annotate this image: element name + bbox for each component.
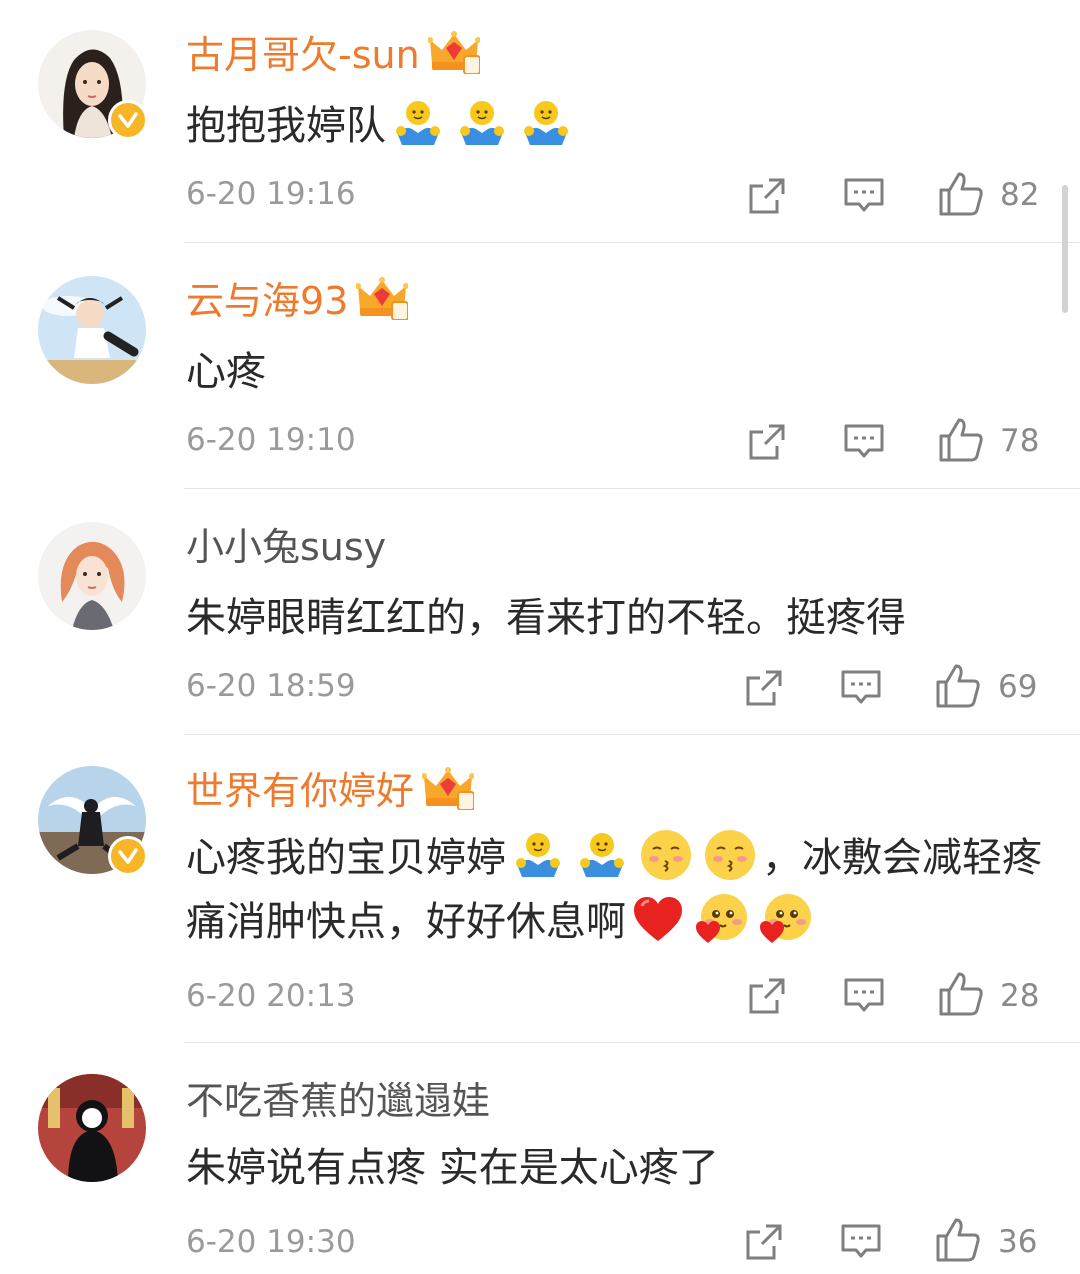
share-icon[interactable]	[745, 174, 789, 218]
comment-item-5: 不吃香蕉的邋遢娃 朱婷说有点疼 实在是太心疼了 6-20 19:30 36	[0, 1046, 1080, 1274]
hug-emoji-icon	[390, 95, 446, 151]
comment-icon[interactable]	[842, 974, 886, 1018]
username[interactable]: 云与海93	[186, 276, 408, 326]
avatar[interactable]	[38, 522, 146, 630]
like-icon[interactable]	[937, 970, 985, 1018]
verified-badge-icon	[108, 100, 148, 140]
comment-icon[interactable]	[842, 174, 886, 218]
username[interactable]: 小小兔susy	[186, 522, 386, 572]
blush-heart-emoji-icon	[758, 891, 814, 947]
share-icon[interactable]	[742, 666, 786, 710]
vip-crown-icon	[428, 30, 480, 74]
comment-icon[interactable]	[842, 420, 886, 464]
like-count: 36	[998, 1224, 1038, 1260]
username[interactable]: 古月哥欠-sun	[186, 30, 480, 80]
like-count: 69	[998, 669, 1038, 705]
divider	[184, 242, 1080, 243]
timestamp: 6-20 19:30	[186, 1224, 356, 1260]
kiss-emoji-icon	[638, 827, 694, 883]
hug-emoji-icon	[574, 827, 630, 883]
comment-text: 心疼我的宝贝婷婷 ，冰敷会减轻疼痛消肿快点，好好休息啊	[186, 826, 1056, 954]
timestamp: 6-20 20:13	[186, 978, 356, 1014]
divider	[184, 1042, 1080, 1043]
like-count: 82	[1000, 177, 1040, 213]
comment-icon[interactable]	[839, 666, 883, 710]
like-icon[interactable]	[937, 416, 985, 464]
share-icon[interactable]	[745, 974, 789, 1018]
share-icon[interactable]	[742, 1220, 786, 1264]
username[interactable]: 世界有你婷好	[186, 766, 474, 816]
comment-item-3: 小小兔susy 朱婷眼睛红红的，看来打的不轻。挺疼得 6-20 18:59 69	[0, 492, 1080, 736]
comment-text: 抱抱我婷队	[186, 94, 1056, 158]
verified-badge-icon	[108, 836, 148, 876]
vip-crown-icon	[356, 276, 408, 320]
comment-text: 朱婷说有点疼 实在是太心疼了	[186, 1145, 719, 1191]
timestamp: 6-20 19:10	[186, 422, 356, 458]
username[interactable]: 不吃香蕉的邋遢娃	[186, 1076, 490, 1126]
vip-crown-icon	[422, 766, 474, 810]
comment-text: 朱婷眼睛红红的，看来打的不轻。挺疼得	[186, 595, 906, 641]
blush-heart-emoji-icon	[694, 891, 750, 947]
like-icon[interactable]	[934, 1216, 982, 1264]
scrollbar[interactable]	[1062, 185, 1068, 313]
share-icon[interactable]	[745, 420, 789, 464]
avatar[interactable]	[38, 276, 146, 384]
hug-emoji-icon	[510, 827, 566, 883]
comment-text: 心疼	[186, 349, 266, 395]
like-count: 78	[1000, 423, 1040, 459]
divider	[184, 734, 1080, 735]
comment-icon[interactable]	[839, 1220, 883, 1264]
hug-emoji-icon	[518, 95, 574, 151]
timestamp: 6-20 18:59	[186, 668, 356, 704]
timestamp: 6-20 19:16	[186, 176, 356, 212]
divider	[184, 488, 1080, 489]
like-count: 28	[1000, 978, 1040, 1014]
comment-item-2: 云与海93 心疼 6-20 19:10 78	[0, 246, 1080, 490]
comment-item-4: 世界有你婷好 心疼我的宝贝婷婷 ，冰敷会减轻疼痛消肿快点，好好休息啊 6-20 2…	[0, 738, 1080, 1044]
like-icon[interactable]	[937, 170, 985, 218]
red-heart-emoji-icon	[630, 891, 686, 947]
avatar[interactable]	[38, 1074, 146, 1182]
hug-emoji-icon	[454, 95, 510, 151]
kiss-emoji-icon	[702, 827, 758, 883]
comment-item-1: 古月哥欠-sun 抱抱我婷队 6-20 19:16 82	[0, 0, 1080, 244]
like-icon[interactable]	[934, 662, 982, 710]
